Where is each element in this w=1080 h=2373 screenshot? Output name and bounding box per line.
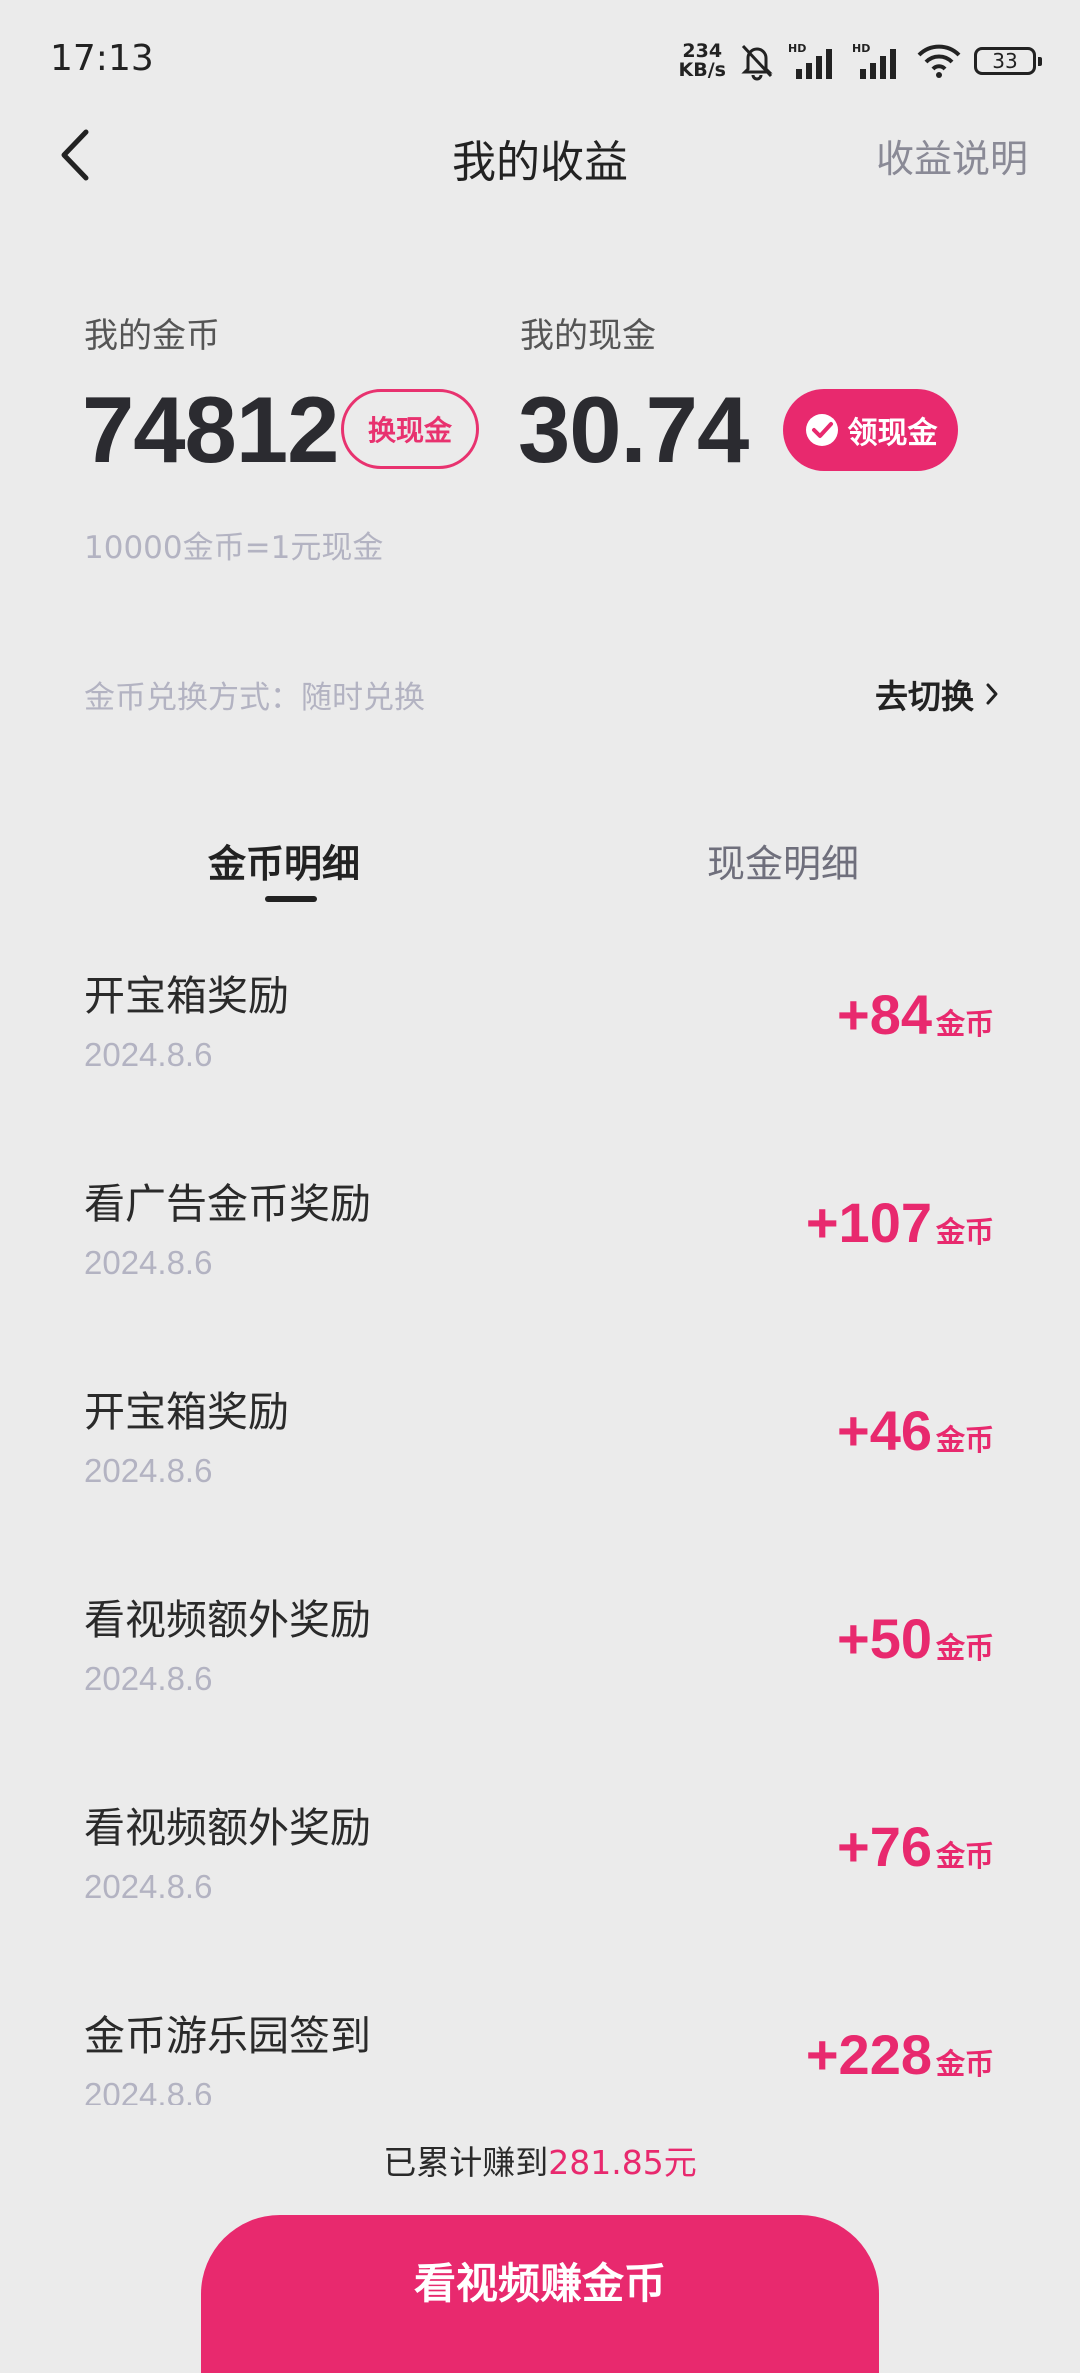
total-earned-prefix: 已累计赚到 [383, 2143, 549, 2182]
record-amount-unit: 金币 [935, 1215, 994, 1249]
battery-icon: 33 [974, 47, 1042, 75]
watch-video-earn-coins-button[interactable]: 看视频赚金币 [201, 2215, 879, 2373]
bell-muted-icon [741, 44, 773, 81]
record-title: 看视频额外奖励 [84, 1596, 371, 1644]
list-item: 看视频额外奖励 2024.8.6 +76 金币 [0, 1762, 1080, 1970]
record-amount: +46 金币 [837, 1398, 994, 1463]
record-title: 开宝箱奖励 [84, 972, 289, 1020]
record-amount-unit: 金币 [935, 1007, 994, 1041]
record-amount: +50 金币 [837, 1606, 994, 1671]
wechat-icon [805, 414, 838, 446]
switch-mode-link[interactable]: 去切换 [875, 670, 1000, 718]
cash-label: 我的现金 [520, 316, 656, 356]
chevron-right-icon [986, 683, 998, 705]
withdraw-cash-button[interactable]: 领现金 [783, 389, 958, 471]
signal-hd-icon: HD [852, 42, 896, 79]
signal-hd-icon: HD [788, 42, 832, 79]
exchange-cash-button[interactable]: 换现金 [341, 389, 479, 469]
svg-text:HD: HD [852, 42, 870, 55]
record-amount-value: +228 [805, 2023, 932, 2086]
withdraw-cash-label: 领现金 [847, 416, 938, 451]
record-amount-unit: 金币 [935, 2047, 994, 2081]
record-amount: +84 金币 [837, 982, 994, 1047]
net-speed: 234 KB/s [679, 42, 726, 80]
earnings-explanation-link[interactable]: 收益说明 [876, 128, 1028, 183]
record-amount: +76 金币 [837, 1814, 994, 1879]
record-date: 2024.8.6 [84, 1244, 213, 1281]
record-date: 2024.8.6 [84, 1660, 213, 1697]
tab-coin-details[interactable]: 金币明细 [208, 833, 360, 888]
total-earned: 已累计赚到281.85元 [0, 2136, 1080, 2184]
exchange-mode-text: 金币兑换方式：随时兑换 [84, 680, 425, 716]
net-speed-unit: KB/s [678, 59, 726, 81]
record-title: 开宝箱奖励 [84, 1388, 289, 1436]
svg-text:HD: HD [788, 42, 806, 55]
status-time: 17:13 [50, 38, 154, 79]
total-earned-amount: 281.85元 [548, 2143, 697, 2182]
coin-records-list[interactable]: 开宝箱奖励 2024.8.6 +84 金币 看广告金币奖励 2024.8.6 +… [0, 930, 1080, 2105]
record-amount-unit: 金币 [935, 1423, 994, 1457]
cash-value: 30.74 [518, 377, 749, 482]
record-amount-unit: 金币 [935, 1839, 994, 1873]
record-date: 2024.8.6 [84, 1868, 213, 1905]
switch-mode-label: 去切换 [875, 677, 974, 716]
coins-value: 74812 [82, 377, 339, 482]
list-item: 看广告金币奖励 2024.8.6 +107 金币 [0, 1138, 1080, 1346]
list-item: 开宝箱奖励 2024.8.6 +84 金币 [0, 930, 1080, 1138]
record-date: 2024.8.6 [84, 1036, 213, 1073]
record-title: 看广告金币奖励 [84, 1180, 371, 1228]
record-title: 金币游乐园签到 [84, 2012, 371, 2060]
exchange-rate-text: 10000金币=1元现金 [84, 530, 384, 566]
record-date: 2024.8.6 [84, 1452, 213, 1489]
list-item: 看视频额外奖励 2024.8.6 +50 金币 [0, 1554, 1080, 1762]
record-amount-unit: 金币 [935, 1631, 994, 1665]
record-amount-value: +46 [836, 1399, 932, 1462]
coins-label: 我的金币 [84, 316, 220, 356]
record-amount-value: +76 [836, 1815, 932, 1878]
wifi-icon [917, 44, 961, 78]
status-icons: 234 KB/s HD HD 33 [679, 36, 1042, 86]
record-date: 2024.8.6 [84, 2076, 213, 2105]
list-item: 开宝箱奖励 2024.8.6 +46 金币 [0, 1346, 1080, 1554]
list-item: 金币游乐园签到 2024.8.6 +228 金币 [0, 1970, 1080, 2105]
record-amount: +228 金币 [806, 2022, 994, 2087]
active-tab-indicator [265, 896, 317, 902]
record-amount-value: +107 [805, 1191, 932, 1254]
record-title: 看视频额外奖励 [84, 1804, 371, 1852]
record-amount-value: +84 [836, 983, 932, 1046]
record-amount: +107 金币 [806, 1190, 994, 1255]
record-amount-value: +50 [836, 1607, 932, 1670]
battery-level: 33 [992, 49, 1018, 73]
tab-cash-details[interactable]: 现金明细 [707, 833, 859, 888]
